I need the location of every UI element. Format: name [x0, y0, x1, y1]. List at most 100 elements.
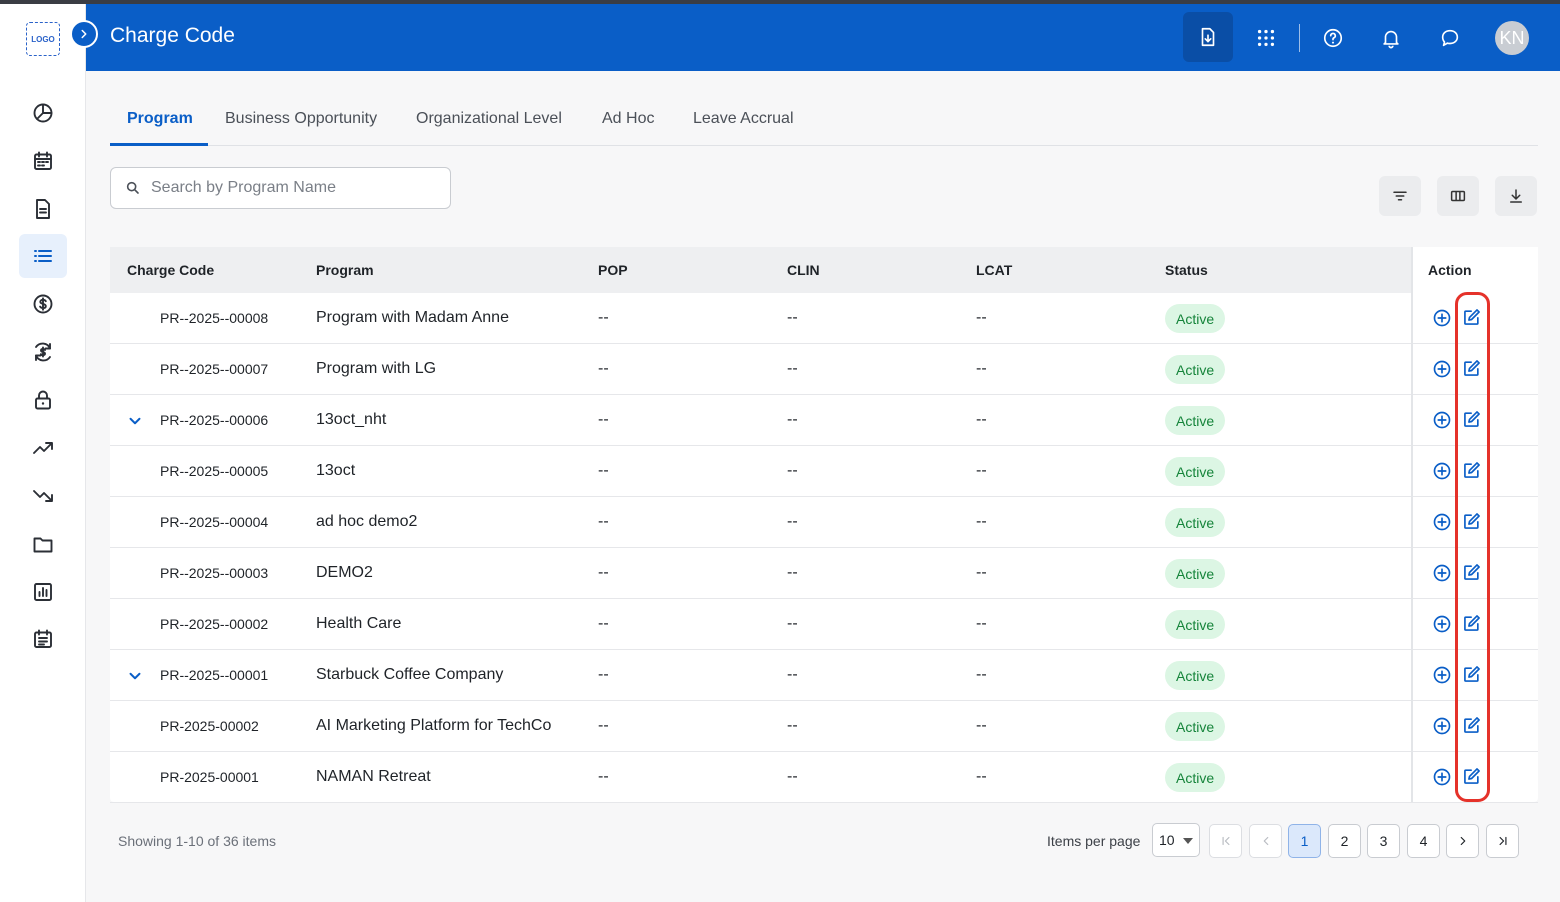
document-download-button[interactable] — [1183, 12, 1233, 62]
tab-organizational-level[interactable]: Organizational Level — [416, 110, 562, 128]
status-badge: Active — [1165, 304, 1226, 333]
tab-ad-hoc[interactable]: Ad Hoc — [602, 110, 654, 128]
calendar-icon — [34, 151, 52, 170]
edit-icon[interactable] — [1462, 460, 1482, 480]
search-input[interactable] — [151, 179, 431, 197]
add-circle-icon[interactable] — [1432, 563, 1452, 583]
columns-button[interactable] — [1437, 176, 1479, 216]
app-logo[interactable]: LOGO — [26, 22, 60, 56]
sidebar-item-dashboard-pie[interactable] — [19, 91, 67, 135]
columns-icon — [1450, 190, 1466, 202]
pop-cell: -- — [598, 717, 609, 734]
add-circle-icon[interactable] — [1432, 308, 1452, 328]
tab-program[interactable]: Program — [127, 110, 193, 128]
charge-code-cell: PR--2025--00003 — [160, 565, 269, 581]
search-icon — [126, 181, 139, 194]
program-name-cell: Program with LG — [316, 360, 437, 377]
edit-icon[interactable] — [1462, 358, 1482, 378]
first-page-button[interactable] — [1209, 824, 1242, 858]
sidebar-item-report-chart[interactable] — [19, 570, 67, 614]
status-badge: Active — [1165, 457, 1226, 486]
edit-icon[interactable] — [1462, 562, 1482, 582]
add-circle-icon[interactable] — [1432, 716, 1452, 736]
add-circle-icon[interactable] — [1432, 665, 1452, 685]
sidebar-item-dollar[interactable] — [19, 282, 67, 326]
lcat-cell: -- — [976, 564, 987, 581]
add-circle-icon[interactable] — [1432, 410, 1452, 430]
lcat-cell: -- — [976, 462, 987, 479]
apps-button[interactable] — [1248, 20, 1284, 56]
table-row: PR--2025--00006 13oct_nht -- -- -- Active — [110, 395, 1538, 446]
lcat-cell: -- — [976, 513, 987, 530]
edit-icon[interactable] — [1462, 511, 1482, 531]
sidebar-item-lock[interactable] — [19, 378, 67, 422]
clin-cell: -- — [787, 615, 798, 632]
chevron-down-icon[interactable] — [126, 667, 144, 685]
column-header-charge-code[interactable]: Charge Code — [127, 262, 214, 278]
last-page-button[interactable] — [1486, 824, 1519, 858]
clin-cell: -- — [787, 360, 798, 377]
lcat-cell: -- — [976, 411, 987, 428]
page-button-1[interactable]: 1 — [1288, 824, 1321, 858]
sidebar-item-trending-up[interactable] — [19, 426, 67, 470]
clin-cell: -- — [787, 564, 798, 581]
program-name-cell: AI Marketing Platform for TechCo — [316, 717, 552, 734]
edit-icon[interactable] — [1462, 715, 1482, 735]
sidebar-item-list[interactable] — [19, 234, 67, 278]
page-button-3[interactable]: 3 — [1367, 824, 1400, 858]
sidebar-item-schedule[interactable] — [19, 617, 67, 661]
chevron-down-icon[interactable] — [126, 412, 144, 430]
filter-button[interactable] — [1379, 176, 1421, 216]
tab-business-opportunity[interactable]: Business Opportunity — [225, 110, 377, 128]
add-circle-icon[interactable] — [1432, 767, 1452, 787]
program-name-cell: NAMAN Retreat — [316, 768, 431, 785]
edit-icon[interactable] — [1462, 613, 1482, 633]
edit-icon[interactable] — [1462, 766, 1482, 786]
column-header-pop[interactable]: POP — [598, 262, 628, 278]
edit-icon[interactable] — [1462, 664, 1482, 684]
table-header: Charge Code Program POP CLIN LCAT Status — [110, 247, 1538, 293]
lcat-cell: -- — [976, 615, 987, 632]
sidebar-item-trending-down[interactable] — [19, 474, 67, 518]
sidebar-item-currency-exchange[interactable] — [19, 330, 67, 374]
edit-icon[interactable] — [1462, 409, 1482, 429]
page-button-4[interactable]: 4 — [1407, 824, 1440, 858]
lcat-cell: -- — [976, 360, 987, 377]
showing-count: Showing 1-10 of 36 items — [118, 833, 276, 849]
pop-cell: -- — [598, 360, 609, 377]
table-row: PR--2025--00005 13oct -- -- -- Active — [110, 446, 1538, 497]
column-header-lcat[interactable]: LCAT — [976, 262, 1012, 278]
action-header-cell: Action — [1413, 247, 1538, 293]
column-header-clin[interactable]: CLIN — [787, 262, 820, 278]
pop-cell: -- — [598, 309, 609, 326]
notifications-button[interactable] — [1373, 20, 1409, 56]
tab-leave-accrual[interactable]: Leave Accrual — [693, 110, 794, 128]
chat-button[interactable] — [1432, 20, 1468, 56]
sidebar-item-calendar[interactable] — [19, 139, 67, 183]
table-row: PR-2025-00002 AI Marketing Platform for T… — [110, 701, 1538, 752]
add-circle-icon[interactable] — [1432, 359, 1452, 379]
clin-cell: -- — [787, 309, 798, 326]
next-page-button[interactable] — [1446, 824, 1479, 858]
chevron-left-icon — [1263, 836, 1268, 846]
trending-up-icon — [33, 442, 53, 454]
edit-icon[interactable] — [1462, 307, 1482, 327]
user-avatar[interactable]: KN — [1495, 21, 1529, 55]
add-circle-icon[interactable] — [1432, 614, 1452, 634]
download-button[interactable] — [1495, 176, 1537, 216]
column-header-status[interactable]: Status — [1165, 262, 1208, 278]
add-circle-icon[interactable] — [1432, 461, 1452, 481]
previous-page-button[interactable] — [1249, 824, 1282, 858]
sidebar-item-document[interactable] — [19, 187, 67, 231]
add-circle-icon[interactable] — [1432, 512, 1452, 532]
column-header-program[interactable]: Program — [316, 262, 374, 278]
charge-code-table: Charge Code Program POP CLIN LCAT Status… — [110, 247, 1538, 803]
clin-cell: -- — [787, 462, 798, 479]
sidebar-item-folder[interactable] — [19, 522, 67, 566]
page-button-2[interactable]: 2 — [1328, 824, 1361, 858]
sidebar-expand-button[interactable] — [70, 20, 98, 48]
help-button[interactable] — [1315, 20, 1351, 56]
charge-code-cell: PR--2025--00001 — [160, 667, 269, 683]
items-per-page-select[interactable]: 10 — [1152, 823, 1200, 857]
caret-down-icon — [1183, 838, 1193, 844]
